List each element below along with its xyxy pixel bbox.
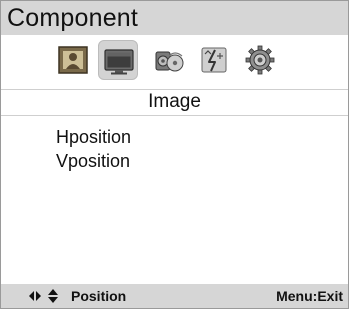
title-bar: Component <box>1 1 348 35</box>
monitor-icon <box>104 49 134 75</box>
submenu-title: Image <box>148 91 201 112</box>
tab-time[interactable] <box>194 40 234 80</box>
menu-item-hposition[interactable]: Hposition <box>56 125 131 149</box>
speaker-disc-icon <box>155 51 184 72</box>
clock-icon <box>201 47 227 73</box>
tab-row <box>1 35 348 89</box>
picture-frame-icon <box>58 46 88 74</box>
menu-item-vposition[interactable]: Vposition <box>56 149 131 173</box>
osd-menu: Component Image Hposition Vposition Posi… <box>0 0 349 309</box>
gear-icon <box>245 45 275 75</box>
tab-picture[interactable] <box>53 40 93 80</box>
footer-bar: Position Menu:Exit <box>1 284 348 308</box>
menu-title: Component <box>7 4 139 32</box>
arrow-keys-icon <box>29 289 58 303</box>
menu-list: Hposition Vposition <box>56 125 131 173</box>
tab-sound[interactable] <box>149 40 189 80</box>
exit-hint: Menu:Exit <box>276 288 343 304</box>
nav-hint: Position <box>71 288 127 304</box>
tab-image[interactable] <box>98 40 138 80</box>
divider-bottom <box>1 115 348 116</box>
tab-setup[interactable] <box>240 40 280 80</box>
